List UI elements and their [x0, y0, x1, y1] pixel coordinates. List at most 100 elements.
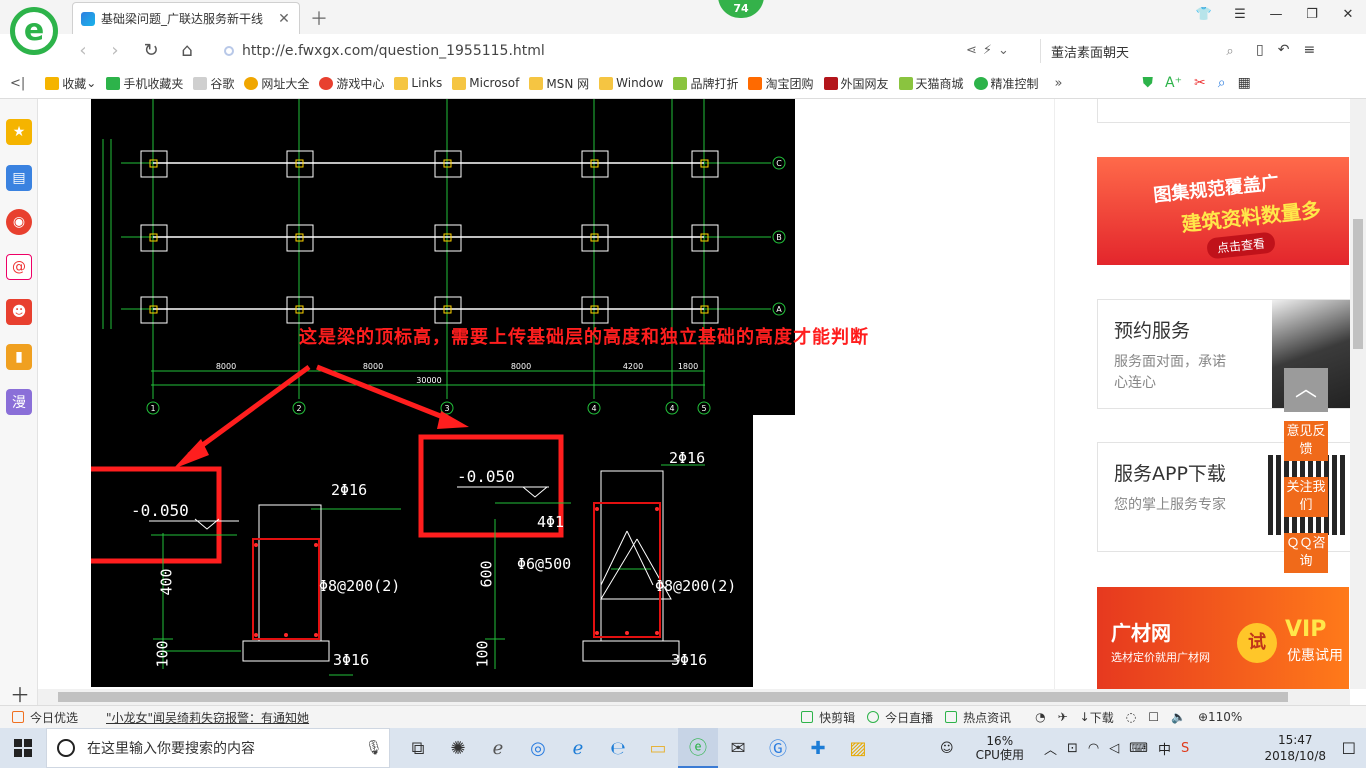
- window-status-icon[interactable]: ☐: [1148, 710, 1159, 724]
- ie-icon[interactable]: ℯ: [478, 728, 518, 768]
- speaker-icon[interactable]: ◁: [1109, 741, 1119, 756]
- gldjc-banner[interactable]: 广材网 选材定价就用广材网 试 VIP 优惠试用: [1097, 587, 1349, 689]
- phone-icon[interactable]: ▯: [1256, 42, 1264, 58]
- bookmark-5[interactable]: Links: [394, 76, 442, 90]
- bookmark-9[interactable]: 品牌打折: [673, 75, 738, 92]
- status-item-download[interactable]: ↓ 下载: [1080, 709, 1114, 726]
- horizontal-scroll-thumb[interactable]: [58, 692, 1288, 702]
- menu-icon[interactable]: ☰: [1222, 0, 1258, 30]
- new-tab-icon[interactable]: ＋: [310, 5, 328, 31]
- add-sidebar-icon[interactable]: ＋: [10, 679, 30, 708]
- today-picks[interactable]: 今日优选: [12, 709, 78, 726]
- keyboard-icon[interactable]: ⌨: [1129, 741, 1148, 756]
- home-icon[interactable]: ⌂: [176, 40, 198, 62]
- back-icon[interactable]: ‹: [72, 40, 94, 62]
- close-window-icon[interactable]: ✕: [1330, 0, 1366, 30]
- vertical-scrollbar[interactable]: [1350, 99, 1366, 689]
- bookmark-0[interactable]: 收藏 ⌄: [45, 75, 96, 92]
- status-item-live[interactable]: 今日直播: [867, 709, 933, 726]
- weibo-icon[interactable]: ◉: [6, 209, 32, 235]
- back-to-top-icon[interactable]: ︿: [1284, 368, 1328, 412]
- screen: 基础梁问题_广联达服务新干线 ✕ ＋ 74 👕 ☰ — ❐ ✕ e ‹ › ↻ …: [0, 0, 1366, 768]
- 360-browser-icon[interactable]: ⓔ: [678, 728, 718, 768]
- bookmark-10[interactable]: 淘宝团购: [748, 75, 814, 92]
- browser-status-icon[interactable]: ◌: [1126, 710, 1136, 724]
- news-icon[interactable]: ▤: [6, 165, 32, 191]
- book-icon[interactable]: ▮: [6, 344, 32, 370]
- zoom-level[interactable]: ⊕ 110%: [1198, 710, 1242, 724]
- bookmark-3[interactable]: 网址大全: [244, 75, 309, 92]
- bookmark-7[interactable]: MSN 网: [529, 75, 589, 92]
- taskbar-search[interactable]: 在这里输入你要搜索的内容 🎙: [46, 728, 390, 768]
- bookmark-13[interactable]: 精准控制: [973, 75, 1039, 92]
- task-view-icon[interactable]: ⧉: [398, 728, 438, 768]
- comic-icon[interactable]: 漫: [6, 389, 32, 415]
- file-explorer-icon[interactable]: ▭: [638, 728, 678, 768]
- bookmark-4[interactable]: 游戏中心: [319, 75, 384, 92]
- ime-indicator[interactable]: 中: [1158, 739, 1171, 758]
- search-icon[interactable]: ⌕: [1220, 44, 1240, 59]
- forward-icon[interactable]: ›: [104, 40, 126, 62]
- fan-app-icon[interactable]: ✺: [438, 728, 478, 768]
- skin-icon[interactable]: 👕: [1186, 0, 1222, 30]
- apps-icon[interactable]: ▦: [1238, 75, 1251, 91]
- bookmark-12[interactable]: 天猫商城: [898, 75, 964, 92]
- microphone-icon[interactable]: 🎙: [365, 740, 389, 756]
- sogou-icon[interactable]: S: [1181, 741, 1189, 756]
- status-item-news[interactable]: 热点资讯: [945, 709, 1011, 726]
- status-item-clip[interactable]: 快剪辑: [801, 709, 855, 726]
- horizontal-scrollbar[interactable]: [38, 689, 1350, 705]
- mail-icon[interactable]: @: [6, 254, 32, 280]
- qq-consult-button[interactable]: ＱＱ咨询: [1284, 533, 1328, 573]
- network-icon[interactable]: ⊡: [1067, 741, 1078, 756]
- bookmark-6[interactable]: Microsof: [452, 76, 519, 90]
- action-center-icon[interactable]: ☐: [1342, 739, 1356, 758]
- bookmark-8[interactable]: Window: [599, 76, 663, 90]
- url-field[interactable]: http://e.fwxgx.com/question_1955115.html: [224, 37, 1034, 65]
- translate-icon[interactable]: A⁺: [1165, 75, 1182, 91]
- cpu-usage[interactable]: 16% CPU使用: [976, 734, 1024, 762]
- volume-icon[interactable]: 🔈: [1171, 710, 1186, 724]
- globe-app-icon[interactable]: ◎: [518, 728, 558, 768]
- start-button[interactable]: [0, 728, 46, 768]
- share-icon[interactable]: ⋖⚡⌄: [966, 43, 1015, 58]
- scissors-icon[interactable]: ✂: [1194, 75, 1206, 91]
- notification-badge[interactable]: 74: [718, 0, 764, 18]
- banner-button[interactable]: 点击查看: [1206, 231, 1276, 260]
- more-bookmarks-icon[interactable]: »: [1055, 76, 1063, 91]
- follow-button[interactable]: 关注我们: [1284, 477, 1328, 517]
- wifi-icon[interactable]: ◠: [1088, 741, 1099, 756]
- shield-icon[interactable]: ⛊: [1143, 75, 1154, 91]
- glodon-app-icon[interactable]: Ⓖ: [758, 728, 798, 768]
- bookmarks-toggle-icon[interactable]: <|: [10, 76, 25, 91]
- browser-logo-icon[interactable]: e: [10, 7, 58, 55]
- bookmark-1[interactable]: 手机收藏夹: [106, 75, 183, 92]
- close-tab-icon[interactable]: ✕: [277, 11, 291, 27]
- bookmark-2[interactable]: 谷歌: [193, 75, 234, 92]
- news-ticker[interactable]: "小龙女"闻吴绮莉失窃报警：有通知她: [106, 709, 309, 726]
- more-icon[interactable]: ≡: [1303, 42, 1315, 58]
- edge-icon[interactable]: ℯ: [558, 728, 598, 768]
- clock[interactable]: 15:47 2018/10/8: [1264, 732, 1326, 764]
- restore-icon[interactable]: ❐: [1294, 0, 1330, 30]
- bookmark-11[interactable]: 外国网友: [823, 75, 889, 92]
- vertical-scroll-thumb[interactable]: [1353, 219, 1363, 349]
- notes-app-icon[interactable]: ▨: [838, 728, 878, 768]
- undo-icon[interactable]: ↶: [1278, 42, 1290, 58]
- tray-expand-icon[interactable]: ︿: [1044, 739, 1057, 758]
- speed-icon[interactable]: ◔: [1035, 710, 1045, 724]
- pin-icon[interactable]: ✈: [1058, 710, 1068, 724]
- feedback-button[interactable]: 意见反馈: [1284, 421, 1328, 461]
- search-input[interactable]: 董洁素面朝天 ⌕: [1040, 39, 1240, 63]
- people-icon[interactable]: ☺: [940, 741, 954, 756]
- plus-app-icon[interactable]: ✚: [798, 728, 838, 768]
- browser-tab[interactable]: 基础梁问题_广联达服务新干线 ✕: [72, 2, 300, 34]
- internet-explorer-icon[interactable]: ℮: [598, 728, 638, 768]
- mail-app-icon[interactable]: ✉: [718, 728, 758, 768]
- favorites-icon[interactable]: ★: [6, 119, 32, 145]
- refresh-icon[interactable]: ↻: [140, 40, 162, 62]
- atlas-banner[interactable]: 图集规范覆盖广 建筑资料数量多 点击查看: [1097, 157, 1349, 265]
- search-tool-icon[interactable]: ⌕: [1218, 75, 1226, 91]
- game-sidebar-icon[interactable]: ☻: [6, 299, 32, 325]
- minimize-icon[interactable]: —: [1258, 0, 1294, 30]
